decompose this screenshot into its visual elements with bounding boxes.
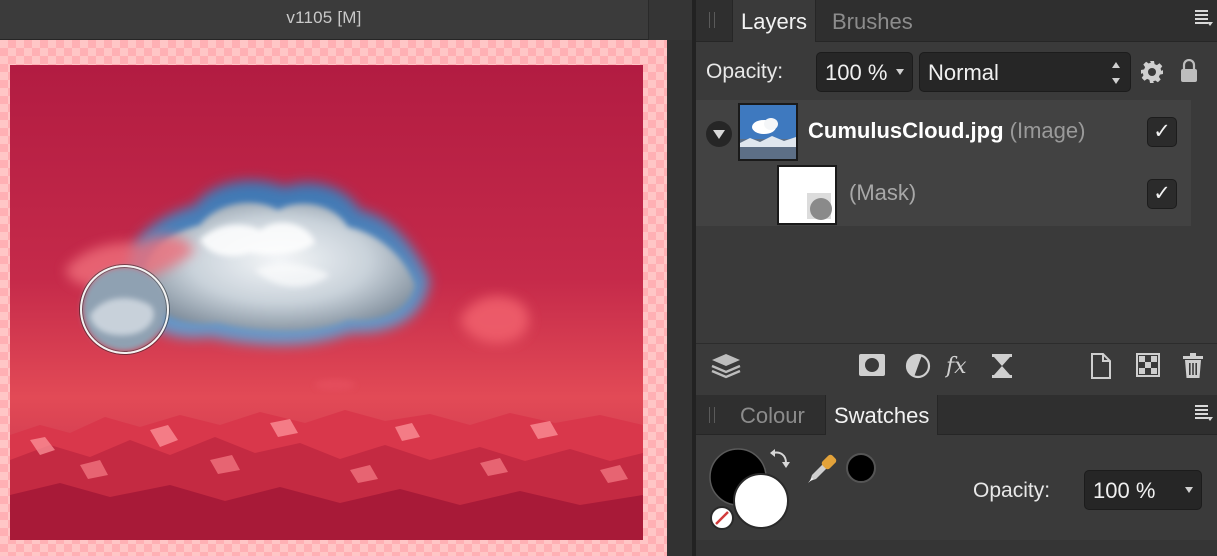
adjustment-icon[interactable] bbox=[905, 353, 931, 379]
layers-toolbar: fx bbox=[696, 343, 1217, 388]
document-title: v1105 [M] bbox=[286, 8, 362, 27]
canvas-scroll-gutter bbox=[667, 40, 692, 556]
swap-colors-icon[interactable] bbox=[768, 447, 792, 471]
document-tab[interactable]: v1105 [M] bbox=[0, 0, 648, 40]
mask-icon[interactable] bbox=[858, 353, 886, 377]
swatch-opacity-dropdown[interactable]: 100 % bbox=[1084, 470, 1202, 510]
layer-type: (Image) bbox=[1009, 118, 1086, 143]
layer-visibility-checkbox[interactable]: ✓ bbox=[1147, 117, 1177, 147]
chevron-down-icon bbox=[1185, 487, 1193, 493]
mask-row[interactable]: (Mask) ✓ bbox=[696, 162, 1191, 225]
layer-row[interactable]: CumulusCloud.jpg (Image) ✓ bbox=[696, 100, 1191, 162]
layer-opacity-row: Opacity: 100 % Normal bbox=[696, 43, 1217, 100]
lock-icon[interactable] bbox=[1180, 59, 1198, 83]
color-picker-icon[interactable] bbox=[806, 451, 840, 485]
canvas-area[interactable] bbox=[0, 40, 667, 556]
tab-colour[interactable]: Colour bbox=[732, 395, 813, 435]
swatches-tabbar: Colour Swatches bbox=[696, 395, 1217, 435]
layers-tabbar: Layers Brushes bbox=[696, 0, 1217, 42]
mask-thumbnail bbox=[777, 165, 837, 225]
svg-text:fx: fx bbox=[945, 354, 967, 379]
new-layer-icon[interactable] bbox=[1090, 353, 1112, 379]
blend-mode-value: Normal bbox=[928, 60, 999, 85]
brush-cursor bbox=[80, 265, 169, 354]
tab-layers[interactable]: Layers bbox=[732, 0, 817, 42]
tab-brushes[interactable]: Brushes bbox=[824, 0, 921, 42]
live-filter-icon[interactable] bbox=[990, 353, 1014, 379]
app-window: v1105 [M] Layers Brushes Opacity: 100 % … bbox=[0, 0, 1217, 556]
opacity-value: 100 % bbox=[825, 60, 888, 85]
panel-bottom-bar bbox=[696, 540, 1217, 556]
opacity-label: Opacity: bbox=[706, 60, 784, 83]
panel-grip-icon[interactable] bbox=[709, 12, 715, 28]
updown-icon bbox=[1112, 62, 1120, 84]
opacity-dropdown[interactable]: 100 % bbox=[816, 52, 913, 92]
pixel-layer-icon[interactable] bbox=[1136, 353, 1160, 377]
panel-menu-icon[interactable] bbox=[1195, 10, 1213, 28]
document-image[interactable] bbox=[10, 65, 643, 540]
mask-visibility-checkbox[interactable]: ✓ bbox=[1147, 179, 1177, 209]
tab-swatches[interactable]: Swatches bbox=[825, 395, 939, 435]
trash-icon[interactable] bbox=[1182, 353, 1204, 379]
blend-mode-select[interactable]: Normal bbox=[919, 52, 1131, 92]
expand-triangle-icon[interactable] bbox=[706, 121, 732, 147]
layers-panel: Layers Brushes Opacity: 100 % Normal Cum… bbox=[696, 0, 1217, 395]
layer-thumbnail bbox=[738, 103, 798, 161]
secondary-color-swatch[interactable] bbox=[733, 473, 789, 529]
tab-bar-empty bbox=[648, 0, 692, 40]
picked-color-swatch[interactable] bbox=[846, 453, 876, 483]
swatch-opacity-value: 100 % bbox=[1093, 478, 1156, 503]
mask-name: (Mask) bbox=[849, 180, 917, 205]
layer-list: CumulusCloud.jpg (Image) ✓ (Mask) ✓ bbox=[696, 100, 1191, 226]
swatch-opacity-label: Opacity: bbox=[973, 479, 1051, 502]
swatches-panel: Colour Swatches Opacity: 100 % bbox=[696, 395, 1217, 556]
fx-icon[interactable]: fx bbox=[945, 353, 975, 379]
panel-grip-icon[interactable] bbox=[709, 407, 715, 423]
layer-name: CumulusCloud.jpg (Image) bbox=[808, 118, 1085, 144]
panel-menu-icon[interactable] bbox=[1195, 405, 1213, 423]
layers-stack-icon[interactable] bbox=[710, 353, 742, 379]
layer-name-text: CumulusCloud.jpg bbox=[808, 118, 1004, 143]
chevron-down-icon bbox=[896, 69, 904, 75]
gear-icon[interactable] bbox=[1140, 60, 1164, 84]
